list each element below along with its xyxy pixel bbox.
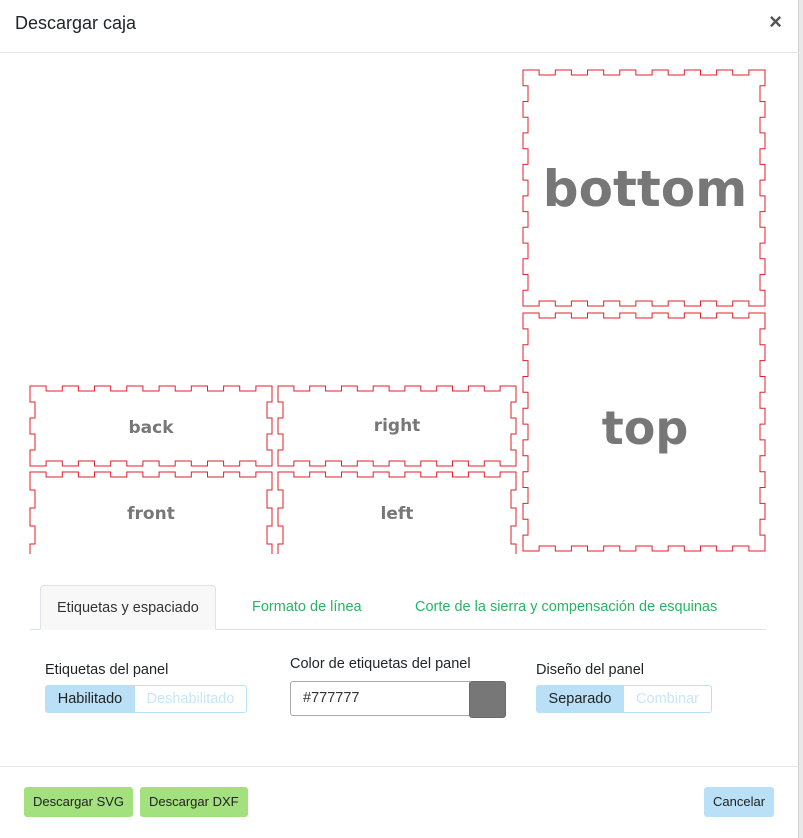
panel-label-left: left <box>381 504 414 524</box>
panel-label-right: right <box>374 416 421 436</box>
download-svg-button[interactable]: Descargar SVG <box>24 787 134 817</box>
panel-layout-separate-button[interactable]: Separado <box>536 685 624 713</box>
panel-label-back: back <box>128 418 174 438</box>
box-preview: bottom top back right front left <box>0 54 799 554</box>
tab-saw-kerf-compensation[interactable]: Corte de la sierra y compensación de esq… <box>415 585 717 630</box>
label-color-label: Color de etiquetas del panel <box>290 656 471 672</box>
tab-line-format[interactable]: Formato de línea <box>252 585 362 630</box>
tab-labels-spacing[interactable]: Etiquetas y espaciado <box>40 585 216 630</box>
download-box-modal: Descargar caja × bottom top back right f… <box>0 0 799 838</box>
scrollbar-track[interactable] <box>799 0 803 838</box>
download-dxf-button[interactable]: Descargar DXF <box>140 787 248 817</box>
panel-label-front: front <box>127 504 175 524</box>
panel-labels-label: Etiquetas del panel <box>45 662 169 678</box>
close-icon[interactable]: × <box>769 11 782 33</box>
modal-title: Descargar caja <box>15 13 137 33</box>
panel-layout-combine-button[interactable]: Combinar <box>624 685 712 713</box>
label-color-input[interactable]: #777777 <box>290 681 470 716</box>
panel-labels-disabled-button[interactable]: Deshabilitado <box>135 685 247 713</box>
panel-labels-enabled-button[interactable]: Habilitado <box>45 685 135 713</box>
modal-footer: Descargar SVG Descargar DXF Cancelar <box>0 766 799 838</box>
options-tabs: Etiquetas y espaciado Formato de línea C… <box>30 585 766 630</box>
label-color-swatch[interactable] <box>469 681 506 718</box>
box-preview-canvas: bottom top back right front left <box>29 69 766 554</box>
modal-header: Descargar caja × <box>0 0 799 53</box>
cancel-button[interactable]: Cancelar <box>704 787 775 817</box>
panel-label-top: top <box>602 401 689 455</box>
panel-label-bottom: bottom <box>543 160 747 218</box>
panel-layout-label: Diseño del panel <box>536 662 645 678</box>
